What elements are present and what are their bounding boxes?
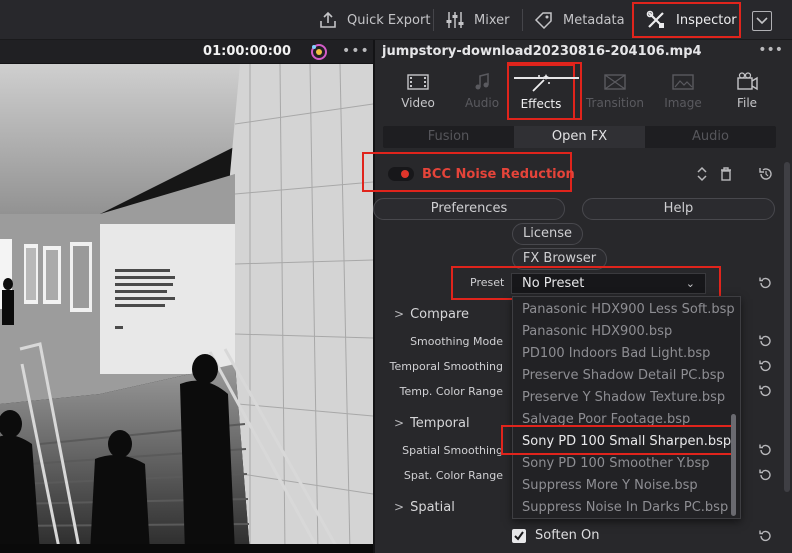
chevron-right-icon: >	[394, 500, 405, 514]
image-icon	[671, 72, 695, 92]
color-viewer-icon[interactable]	[308, 42, 330, 62]
film-icon	[406, 72, 430, 92]
checkmark-icon	[514, 531, 524, 541]
reset-effect-icon[interactable]	[758, 166, 774, 182]
param-smoothing-mode: Smoothing Mode	[410, 335, 503, 348]
preset-option[interactable]: Preserve Y Shadow Texture.bsp	[522, 387, 725, 409]
preset-option[interactable]: PD100 Indoors Bad Light.bsp	[522, 343, 710, 365]
mixer-icon	[445, 10, 465, 30]
chevron-right-icon: >	[394, 307, 405, 321]
inspector-options-button[interactable]: •••	[758, 42, 783, 58]
tab-audio: Audio	[452, 70, 512, 118]
tab-image-label: Image	[664, 96, 702, 110]
preset-option[interactable]: Preserve Shadow Detail PC.bsp	[522, 365, 725, 387]
metadata-button[interactable]: Metadata	[534, 0, 625, 40]
group-temporal[interactable]: > Temporal	[394, 416, 470, 431]
chevron-down-icon	[756, 17, 768, 25]
mixer-button[interactable]: Mixer	[445, 0, 509, 40]
group-compare[interactable]: > Compare	[394, 307, 469, 322]
reset-icon[interactable]	[758, 384, 772, 398]
preset-option[interactable]: Sony PD 100 Smoother Y.bsp	[522, 453, 710, 475]
help-button[interactable]: Help	[582, 198, 775, 220]
subtab-audio[interactable]: Audio	[645, 126, 776, 148]
group-compare-label: Compare	[410, 307, 470, 322]
chevron-down-icon: ⌄	[685, 277, 695, 290]
quick-export-button[interactable]: Quick Export	[318, 0, 430, 40]
group-spatial-label: Spatial	[410, 500, 455, 515]
tab-file-label: File	[736, 96, 758, 110]
license-button[interactable]: License	[512, 223, 583, 245]
subtab-open-fx[interactable]: Open FX	[514, 126, 645, 148]
tab-file[interactable]: File	[717, 70, 777, 118]
preset-value: No Preset	[522, 276, 585, 291]
metadata-tag-icon	[534, 10, 554, 30]
param-spat-color-range: Spat. Color Range	[403, 469, 503, 482]
preset-option[interactable]: Panasonic HDX900.bsp	[522, 321, 672, 343]
trash-icon[interactable]	[718, 166, 734, 182]
export-icon	[318, 10, 338, 30]
param-temporal-smoothing: Temporal Smoothing	[389, 360, 503, 373]
transition-icon	[603, 72, 627, 92]
reset-icon[interactable]	[758, 443, 772, 457]
preset-option[interactable]: Panasonic HDX900 Less Soft.bsp	[522, 299, 735, 321]
param-spatial-smoothing: Spatial Smoothing	[402, 444, 503, 457]
tab-image: Image	[653, 70, 713, 118]
param-temp-color-range: Temp. Color Range	[399, 385, 503, 398]
reorder-updown-icon[interactable]	[694, 166, 710, 182]
inspector-tabs: Video Audio Effects Transition Image Fil…	[375, 64, 792, 120]
inspector-button[interactable]: Inspector	[632, 2, 741, 38]
reset-icon[interactable]	[758, 359, 772, 373]
soften-on-label: Soften On	[535, 528, 600, 543]
clip-name: jumpstory-download20230816-204106.mp4	[382, 44, 702, 59]
soften-on-checkbox[interactable]	[512, 529, 526, 543]
chevron-right-icon: >	[394, 416, 405, 430]
preset-label: Preset	[470, 276, 505, 289]
effect-name: BCC Noise Reduction	[422, 167, 575, 182]
highlighted-option-box	[501, 425, 734, 455]
tab-video[interactable]: Video	[388, 70, 448, 118]
toolbar-divider	[433, 9, 434, 31]
music-note-icon	[470, 72, 494, 92]
expand-panel-button[interactable]	[752, 11, 772, 31]
reset-icon[interactable]	[758, 529, 772, 543]
viewer-timecode: 01:00:00:00	[203, 44, 291, 59]
effect-enable-toggle[interactable]	[388, 167, 414, 181]
reset-icon[interactable]	[758, 334, 772, 348]
reset-icon[interactable]	[758, 468, 772, 482]
tab-transition-label: Transition	[585, 96, 645, 110]
group-spatial[interactable]: > Spatial	[394, 500, 455, 515]
preferences-button[interactable]: Preferences	[373, 198, 565, 220]
top-toolbar: Quick Export Mixer Metadata Inspector	[0, 0, 792, 40]
inspector-label: Inspector	[676, 12, 737, 28]
mixer-label: Mixer	[474, 12, 510, 28]
reset-icon[interactable]	[758, 276, 772, 290]
effects-tab-highlight	[507, 62, 582, 120]
dropdown-scrollbar[interactable]	[731, 414, 736, 516]
subtab-fusion[interactable]: Fusion	[383, 126, 514, 148]
preset-option[interactable]: Suppress More Y Noise.bsp	[522, 475, 698, 497]
quick-export-label: Quick Export	[347, 12, 431, 28]
inspector-scrollbar[interactable]	[784, 162, 790, 492]
group-temporal-label: Temporal	[410, 416, 470, 431]
tab-video-label: Video	[401, 96, 435, 110]
tab-audio-label: Audio	[464, 96, 500, 110]
viewer-options-button[interactable]: •••	[342, 43, 370, 59]
inspector-tools-icon	[646, 10, 666, 30]
video-viewer[interactable]	[0, 64, 373, 553]
video-frame-image	[0, 64, 373, 553]
metadata-label: Metadata	[563, 12, 625, 28]
tab-transition: Transition	[585, 70, 645, 118]
preset-dropdown-list: Panasonic HDX900 Less Soft.bsp Panasonic…	[512, 296, 741, 519]
toolbar-divider	[522, 9, 523, 31]
preset-option[interactable]: Suppress Noise In Darks PC.bsp	[522, 497, 728, 518]
effect-source-tabs: Fusion Open FX Audio	[383, 126, 776, 148]
viewer-header: 01:00:00:00 •••	[0, 40, 373, 64]
file-camera-icon	[735, 72, 759, 92]
preset-select[interactable]: No Preset ⌄	[511, 273, 706, 294]
